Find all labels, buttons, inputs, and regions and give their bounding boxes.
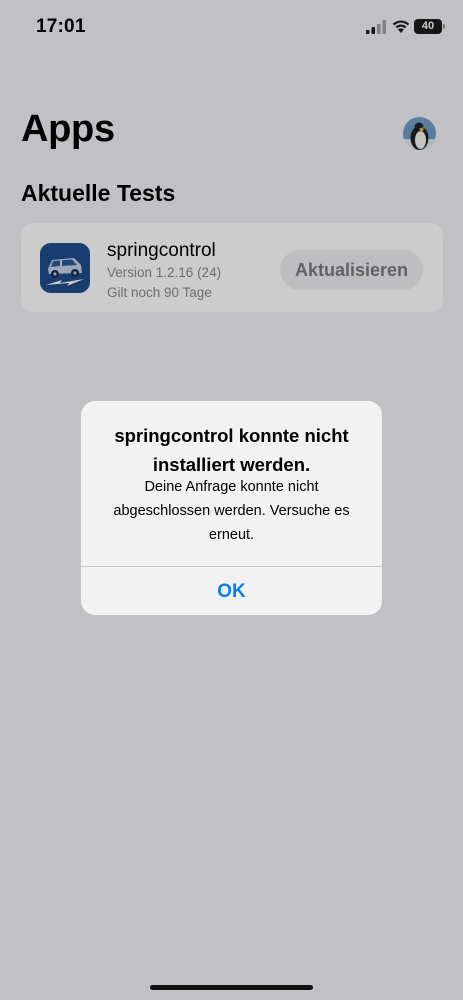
error-alert: springcontrol konnte nicht installiert w… xyxy=(81,401,382,615)
alert-message: Deine Anfrage konnte nicht abgeschlossen… xyxy=(113,479,350,543)
alert-title: springcontrol konnte nicht installiert w… xyxy=(114,425,349,475)
home-indicator[interactable] xyxy=(150,985,313,990)
ok-button[interactable]: OK xyxy=(81,567,382,615)
